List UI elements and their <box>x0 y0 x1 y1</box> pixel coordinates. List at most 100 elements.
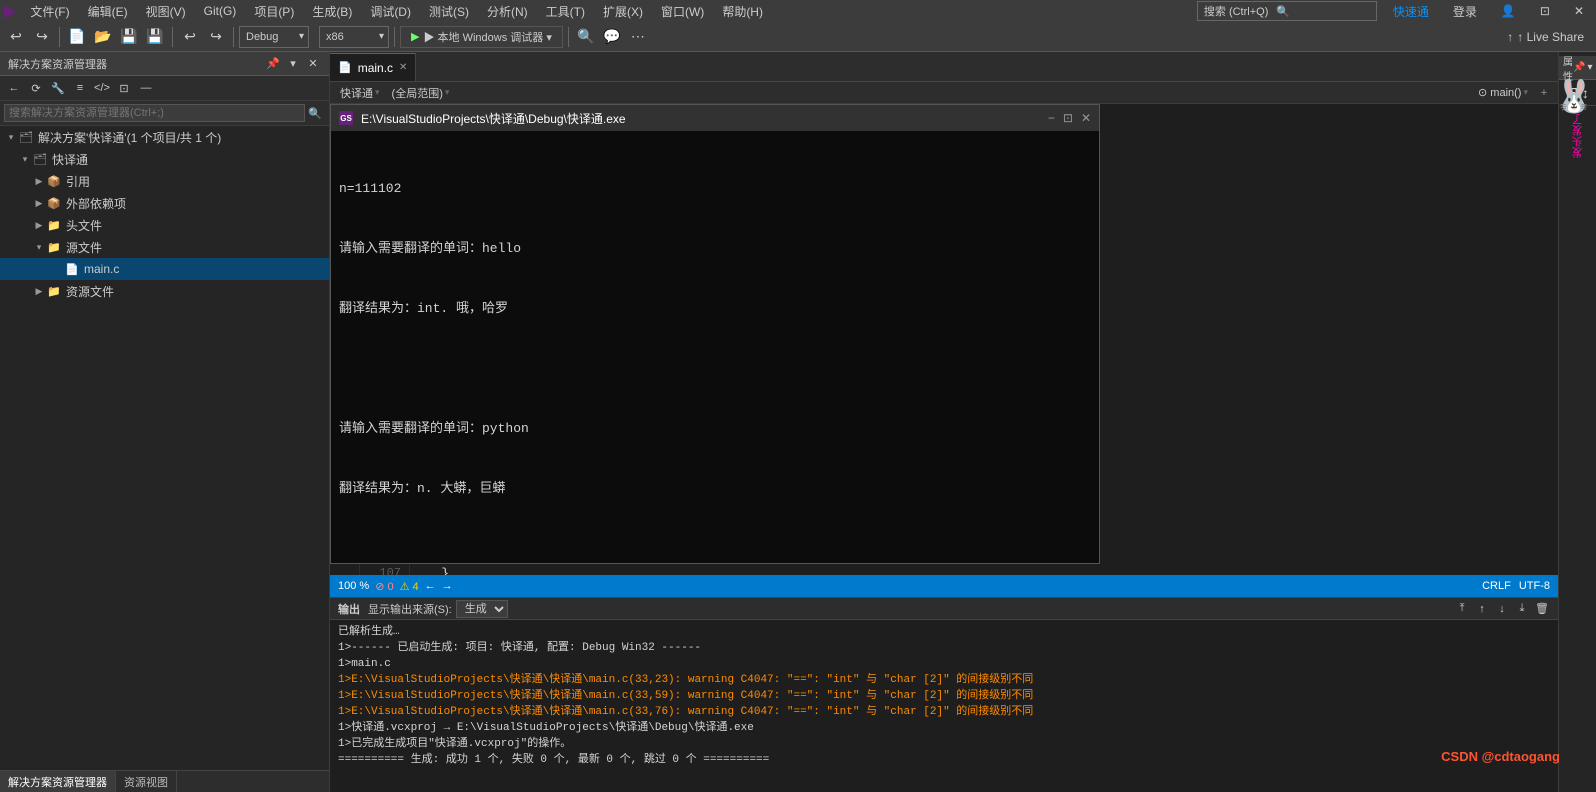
toolbar-redo[interactable]: ↪ <box>204 25 228 49</box>
solution-root[interactable]: ▾ 🗂 解决方案'快译通'(1 个项目/共 1 个) <box>0 126 329 148</box>
menu-login[interactable]: 登录 <box>1445 1 1485 22</box>
se-code-btn[interactable]: </> <box>92 78 112 98</box>
toolbar-undo[interactable]: ↩ <box>178 25 202 49</box>
output-scroll-bottom[interactable]: ⤓ <box>1514 601 1530 617</box>
src-icon: 📁 <box>46 239 62 255</box>
tree-resources[interactable]: ▶ 📁 资源文件 <box>0 280 329 302</box>
status-encoding[interactable]: UTF-8 <box>1519 580 1550 592</box>
se-menu-btn[interactable]: ▾ <box>285 56 301 72</box>
menu-analyze[interactable]: 分析(N) <box>479 1 536 22</box>
toolbar-comment[interactable]: 💬 <box>600 25 624 49</box>
sep3 <box>233 27 234 47</box>
status-errors[interactable]: ⊘ 0 <box>375 580 393 593</box>
live-share-button[interactable]: ↑ ↑ Live Share <box>1499 28 1592 46</box>
main-c-label: main.c <box>84 262 119 276</box>
scope-section-global[interactable]: (全局范围) ▾ <box>386 83 456 103</box>
se-back-btn[interactable]: ← <box>4 78 24 98</box>
toolbar-find[interactable]: 🔍 <box>574 25 598 49</box>
tree-main-c[interactable]: ▶ 📄 main.c <box>0 258 329 280</box>
se-pin-btn[interactable]: 📌 <box>265 56 281 72</box>
output-panel: 输出 显示输出来源(S): 生成 ⤒ ↑ ↓ ⤓ 🗑 <box>330 597 1558 792</box>
status-nav-prev[interactable]: ← <box>425 580 436 592</box>
se-search-icon[interactable]: 🔍 <box>305 103 325 123</box>
menu-edit[interactable]: 编辑(E) <box>80 1 136 22</box>
scope-add-btn[interactable]: + <box>1534 83 1554 103</box>
global-search-box[interactable]: 搜索 (Ctrl+Q) 🔍 <box>1197 1 1377 21</box>
search-input-text: 搜索 (Ctrl+Q) <box>1204 3 1268 19</box>
terminal-minimize[interactable]: − <box>1048 111 1055 125</box>
menu-kuaiying[interactable]: 快速通 <box>1385 1 1437 22</box>
tree-references[interactable]: ▶ 📦 引用 <box>0 170 329 192</box>
output-scroll-top[interactable]: ⤒ <box>1454 601 1470 617</box>
se-close-btn[interactable]: ✕ <box>305 56 321 72</box>
menu-test[interactable]: 测试(S) <box>421 1 477 22</box>
output-scroll-down[interactable]: ↓ <box>1494 601 1510 617</box>
main-toolbar: ↩ ↪ 📄 📂 💾 💾 ↩ ↪ Debug x86 ▶ ▶ 本地 Windows… <box>0 22 1596 52</box>
ref-label: 引用 <box>66 173 90 190</box>
menu-build[interactable]: 生成(B) <box>304 1 360 22</box>
live-share-icon: ↑ <box>1507 30 1513 44</box>
output-source-select[interactable]: 生成 <box>456 600 508 618</box>
menu-project[interactable]: 项目(P) <box>246 1 302 22</box>
menu-git[interactable]: Git(G) <box>196 2 245 20</box>
status-zoom[interactable]: 100 % <box>338 580 369 592</box>
se-tab-resource[interactable]: 资源视图 <box>116 771 177 792</box>
menu-window[interactable]: 窗口(W) <box>653 1 712 22</box>
config-dropdown[interactable]: Debug <box>239 26 309 48</box>
platform-dropdown[interactable]: x86 <box>319 26 389 48</box>
menu-help[interactable]: 帮助(H) <box>714 1 771 22</box>
status-crlf[interactable]: CRLF <box>1482 580 1511 592</box>
editor-scrollbar[interactable] <box>1544 104 1558 575</box>
se-settings-btn[interactable]: — <box>136 78 156 98</box>
src-arrow: ▾ <box>32 240 46 254</box>
editor-main-area: 83 84 85 86 87 88 89 90 91 92 93 94 95 9… <box>330 104 1558 792</box>
toolbar-new[interactable]: 📄 <box>65 25 89 49</box>
right-panel-arrow[interactable]: ▾ <box>1587 62 1592 73</box>
tab-close-btn[interactable]: ✕ <box>399 62 407 73</box>
menu-tools[interactable]: 工具(T) <box>538 1 593 22</box>
right-panel-controls: 📌 ▾ ✕ <box>1573 62 1596 73</box>
terminal-maximize[interactable]: ⊡ <box>1063 111 1073 125</box>
output-scroll-up[interactable]: ↑ <box>1474 601 1490 617</box>
scope-section-project[interactable]: 快译通 ▾ <box>334 83 386 103</box>
run-button[interactable]: ▶ ▶ 本地 Windows 调试器 ▾ <box>400 26 563 48</box>
se-props-btn[interactable]: 🔧 <box>48 78 68 98</box>
scope-project-label: 快译通 <box>340 85 373 101</box>
menu-file[interactable]: 文件(F) <box>22 1 77 22</box>
se-filter-btn[interactable]: ≡ <box>70 78 90 98</box>
status-warnings[interactable]: ⚠ 4 <box>400 580 419 593</box>
right-panel-pin[interactable]: 📌 <box>1573 62 1585 73</box>
se-sync-btn[interactable]: ⟳ <box>26 78 46 98</box>
editor-tab-main-c[interactable]: 📄 main.c ✕ <box>330 53 416 81</box>
toolbar-forward[interactable]: ↪ <box>30 25 54 49</box>
status-nav-next[interactable]: → <box>442 580 453 592</box>
toolbar-more[interactable]: ⋯ <box>626 25 650 49</box>
tree-sources[interactable]: ▾ 📁 源文件 <box>0 236 329 258</box>
se-scope-btn[interactable]: ⊡ <box>114 78 134 98</box>
se-tab-solution[interactable]: 解决方案资源管理器 <box>0 771 116 792</box>
tree-headers[interactable]: ▶ 📁 头文件 <box>0 214 329 236</box>
terminal-content[interactable]: n=111102 请输入需要翻译的单词：hello 翻译结果为：int. 哦，哈… <box>331 131 1099 563</box>
user-icon[interactable]: 👤 <box>1493 2 1524 20</box>
toolbar-back[interactable]: ↩ <box>4 25 28 49</box>
scope-section-func[interactable]: ⊙ main() ▾ <box>1472 84 1534 101</box>
project-root[interactable]: ▾ 🗂 快译通 <box>0 148 329 170</box>
restore-icon[interactable]: ⊡ <box>1532 2 1558 20</box>
tree-external-deps[interactable]: ▶ 📦 外部依赖项 <box>0 192 329 214</box>
hdr-label: 头文件 <box>66 217 102 234</box>
toolbar-open[interactable]: 📂 <box>91 25 115 49</box>
toolbar-saveall[interactable]: 💾 <box>143 25 167 49</box>
menu-extensions[interactable]: 扩展(X) <box>595 1 651 22</box>
se-search-input[interactable] <box>4 104 305 122</box>
output-clear[interactable]: 🗑 <box>1534 601 1550 617</box>
close-icon[interactable]: ✕ <box>1566 2 1592 20</box>
toolbar-save[interactable]: 💾 <box>117 25 141 49</box>
output-line: 1>已完成生成项目"快译通.vcxproj"的操作。 <box>338 736 1550 752</box>
menu-bar: ▶ 文件(F) 编辑(E) 视图(V) Git(G) 项目(P) 生成(B) 调… <box>0 0 1596 22</box>
menu-view[interactable]: 视图(V) <box>138 1 194 22</box>
tab-file-label: main.c <box>358 61 393 75</box>
se-panel-header: 解决方案资源管理器 📌 ▾ ✕ <box>0 52 329 76</box>
menu-debug[interactable]: 调试(D) <box>362 1 419 22</box>
search-icon: 🔍 <box>1276 5 1290 18</box>
terminal-close[interactable]: ✕ <box>1081 111 1091 125</box>
